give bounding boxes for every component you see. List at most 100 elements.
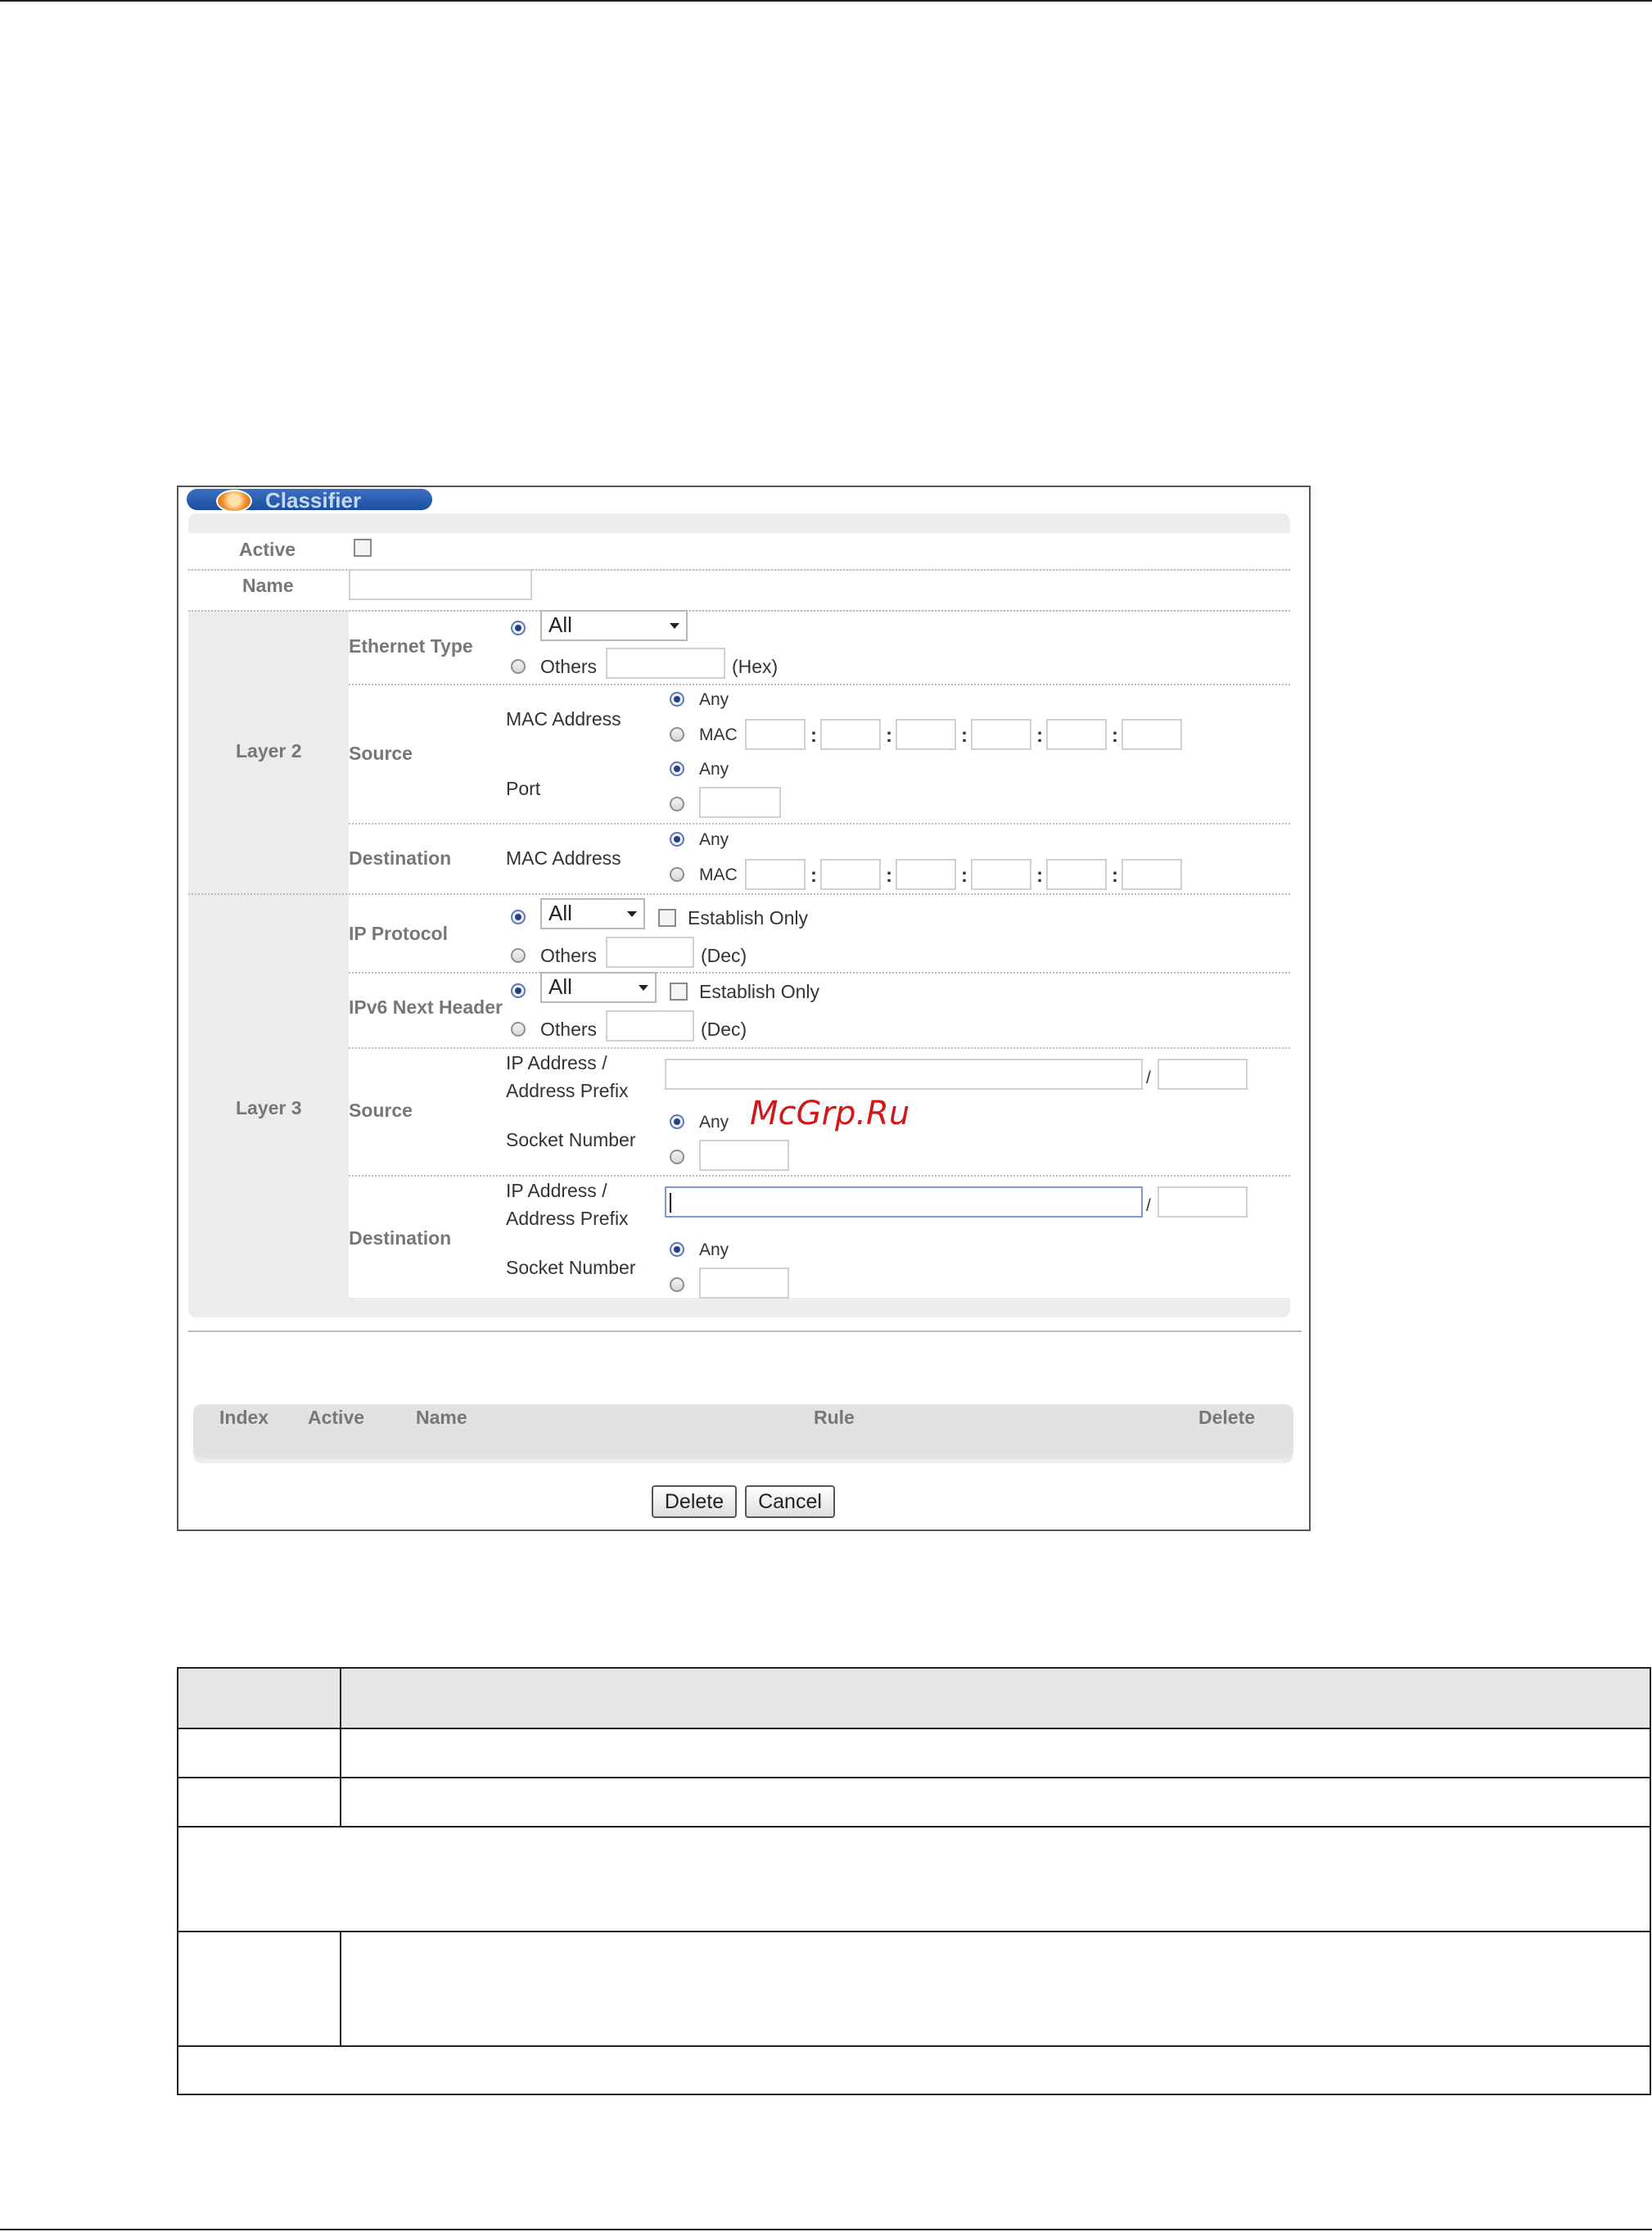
l2-src-mac-octet-1[interactable] bbox=[745, 719, 806, 750]
l2-dst-mac-radio[interactable] bbox=[670, 867, 684, 882]
ip-protocol-others-input[interactable] bbox=[606, 937, 694, 968]
l2-src-mac-label: MAC bbox=[699, 725, 738, 744]
l3-dst-ip-address-label: IP Address / bbox=[506, 1180, 607, 1201]
ip-protocol-all-radio[interactable] bbox=[511, 910, 526, 924]
ip-protocol-select[interactable]: All bbox=[540, 898, 645, 929]
l2-port-input[interactable] bbox=[699, 787, 781, 818]
slash: / bbox=[1146, 1196, 1151, 1215]
classifier-screen: Classifier Active Name Layer 2 Ethernet … bbox=[177, 486, 1311, 1531]
table-header-row bbox=[178, 1669, 1650, 1728]
l3-dst-ip-input[interactable] bbox=[665, 1186, 1143, 1218]
l3-src-socket-any-radio[interactable] bbox=[670, 1114, 684, 1129]
delete-button[interactable]: Delete bbox=[652, 1485, 737, 1518]
l2-dst-mac-octet-2[interactable] bbox=[820, 859, 881, 890]
ipv6-others-radio[interactable] bbox=[511, 1022, 526, 1037]
ipv6-next-header-select[interactable]: All bbox=[540, 972, 657, 1003]
table-row bbox=[178, 1728, 1650, 1729]
bottom-rule bbox=[0, 2229, 1652, 2230]
colon: : bbox=[886, 865, 892, 887]
chevron-down-icon bbox=[627, 911, 637, 917]
l2-src-mac-any-radio[interactable] bbox=[670, 692, 684, 707]
l2-dst-mac-octet-5[interactable] bbox=[1046, 859, 1107, 890]
l2-dst-mac-octet-3[interactable] bbox=[896, 859, 956, 890]
l2-dst-mac-octet-6[interactable] bbox=[1122, 859, 1182, 890]
ip-protocol-dec-label: (Dec) bbox=[701, 945, 747, 966]
ip-protocol-select-value: All bbox=[548, 901, 572, 925]
colon: : bbox=[1112, 865, 1118, 887]
l2-dst-mac-any-radio[interactable] bbox=[670, 832, 684, 847]
colon: : bbox=[961, 725, 968, 747]
l2-dst-mac-any-label: Any bbox=[699, 830, 729, 849]
l3-src-ip-address-label: IP Address / bbox=[506, 1052, 607, 1073]
ipv6-others-label: Others bbox=[540, 1019, 598, 1040]
l2-src-mac-address-label: MAC Address bbox=[506, 708, 621, 730]
l2-src-mac-octet-5[interactable] bbox=[1046, 719, 1107, 750]
classifier-title: Classifier bbox=[265, 488, 362, 513]
table-row bbox=[178, 1826, 1650, 1828]
table-row bbox=[178, 2045, 1650, 2047]
watermark: McGrp.Ru bbox=[750, 1095, 910, 1132]
ethernet-type-select-value: All bbox=[548, 612, 572, 637]
ip-protocol-others-radio[interactable] bbox=[511, 948, 526, 963]
colon: : bbox=[1112, 725, 1118, 747]
col-delete: Delete bbox=[1198, 1407, 1256, 1428]
l2-port-value-radio[interactable] bbox=[670, 797, 684, 811]
l2-source-label: Source bbox=[349, 743, 413, 764]
l3-dst-socket-value-radio[interactable] bbox=[670, 1277, 684, 1292]
l3-dst-socket-input[interactable] bbox=[699, 1267, 789, 1299]
ethernet-type-others-radio[interactable] bbox=[511, 659, 526, 674]
l2-port-label: Port bbox=[506, 778, 541, 799]
l3-src-address-prefix-label: Address Prefix bbox=[506, 1080, 629, 1101]
l2-src-mac-octet-6[interactable] bbox=[1122, 719, 1182, 750]
l2-src-mac-octet-3[interactable] bbox=[896, 719, 956, 750]
l2-port-any-label: Any bbox=[699, 760, 729, 779]
l2-src-mac-octet-4[interactable] bbox=[971, 719, 1031, 750]
layer2-label: Layer 2 bbox=[236, 740, 302, 761]
l2-dst-mac-octet-4[interactable] bbox=[971, 859, 1031, 890]
name-input[interactable] bbox=[349, 569, 532, 600]
ipv6-all-radio[interactable] bbox=[511, 983, 526, 998]
ethernet-others-input[interactable] bbox=[606, 648, 725, 679]
chevron-down-icon bbox=[670, 623, 679, 629]
l3-src-socket-input[interactable] bbox=[699, 1140, 789, 1171]
ip-protocol-establish-only-label: Establish Only bbox=[688, 907, 809, 928]
ipv6-establish-only-checkbox[interactable] bbox=[670, 983, 688, 1001]
ethernet-type-select[interactable]: All bbox=[540, 610, 688, 641]
l2-port-any-radio[interactable] bbox=[670, 761, 684, 776]
colon: : bbox=[810, 725, 817, 747]
l3-destination-label: Destination bbox=[349, 1227, 452, 1249]
l3-src-prefix-input[interactable] bbox=[1158, 1059, 1248, 1090]
ethernet-type-label: Ethernet Type bbox=[349, 635, 473, 657]
ipv6-others-input[interactable] bbox=[606, 1010, 694, 1041]
colon: : bbox=[886, 725, 892, 747]
active-label: Active bbox=[239, 539, 296, 560]
table-row bbox=[178, 1931, 1650, 1932]
colon: : bbox=[1036, 865, 1043, 887]
l2-src-mac-radio[interactable] bbox=[670, 727, 684, 742]
orb-icon bbox=[216, 490, 252, 513]
table-row bbox=[178, 1777, 1650, 1778]
ipv6-select-value: All bbox=[548, 974, 572, 999]
ethernet-type-all-radio[interactable] bbox=[511, 621, 526, 635]
l3-src-socket-value-radio[interactable] bbox=[670, 1150, 684, 1164]
col-name: Name bbox=[416, 1407, 467, 1428]
colon: : bbox=[810, 865, 817, 887]
l2-dst-mac-octet-1[interactable] bbox=[745, 859, 806, 890]
slash: / bbox=[1146, 1069, 1151, 1087]
l2-dst-mac-address-label: MAC Address bbox=[506, 847, 621, 869]
l3-src-ip-input[interactable] bbox=[665, 1059, 1143, 1090]
ip-protocol-others-label: Others bbox=[540, 945, 598, 966]
l2-src-mac-any-label: Any bbox=[699, 690, 729, 709]
column-divider bbox=[340, 1669, 341, 1826]
l2-destination-label: Destination bbox=[349, 847, 452, 869]
cancel-button[interactable]: Cancel bbox=[745, 1485, 835, 1518]
column-divider bbox=[340, 1931, 341, 2045]
text-caret bbox=[670, 1193, 671, 1213]
ip-protocol-establish-only-checkbox[interactable] bbox=[658, 909, 676, 927]
name-label: Name bbox=[242, 575, 294, 596]
l3-dst-prefix-input[interactable] bbox=[1158, 1186, 1248, 1218]
l3-dst-socket-any-radio[interactable] bbox=[670, 1242, 684, 1257]
l2-src-mac-octet-2[interactable] bbox=[820, 719, 881, 750]
colon: : bbox=[961, 865, 968, 887]
active-checkbox[interactable] bbox=[354, 539, 372, 557]
